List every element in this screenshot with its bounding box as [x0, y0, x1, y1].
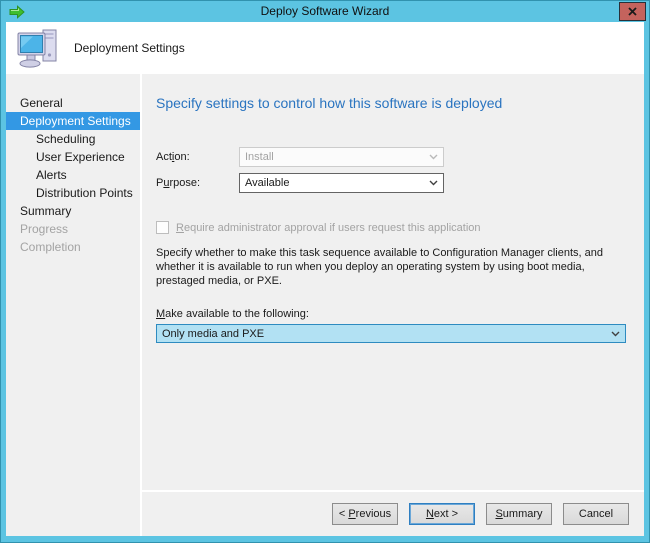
summary-button[interactable]: Summary	[486, 503, 552, 525]
task-sequence-description: Specify whether to make this task sequen…	[156, 246, 636, 288]
sidebar-item-general[interactable]: General	[6, 94, 140, 112]
purpose-label: Purpose:	[156, 177, 239, 189]
titlebar[interactable]: Deploy Software Wizard	[1, 1, 649, 22]
chevron-down-icon	[429, 180, 438, 186]
require-approval-label: Require administrator approval if users …	[176, 222, 481, 234]
action-row: Action: Install	[156, 147, 644, 167]
wizard-page-content: Specify settings to control how this sof…	[142, 74, 644, 490]
next-button[interactable]: Next >	[409, 503, 475, 525]
window-title: Deploy Software Wizard	[1, 1, 649, 22]
sidebar-item-scheduling[interactable]: Scheduling	[6, 130, 140, 148]
action-value: Install	[245, 151, 425, 163]
purpose-dropdown[interactable]: Available	[239, 173, 444, 193]
close-icon	[628, 7, 637, 16]
make-available-value: Only media and PXE	[162, 328, 607, 340]
make-available-label: Make available to the following:	[156, 308, 644, 320]
chevron-down-icon	[429, 154, 438, 160]
wizard-footer: < Previous Next > Summary Cancel	[142, 492, 644, 536]
window-inner-frame: Deployment Settings General Deployment S…	[6, 22, 644, 536]
purpose-value: Available	[245, 177, 425, 189]
sidebar-item-deployment-settings[interactable]: Deployment Settings	[6, 112, 140, 130]
require-approval-row: Require administrator approval if users …	[156, 221, 644, 234]
purpose-row: Purpose: Available	[156, 173, 644, 193]
make-available-dropdown[interactable]: Only media and PXE	[156, 324, 626, 343]
page-heading: Specify settings to control how this sof…	[156, 95, 644, 111]
action-label: Action:	[156, 151, 239, 163]
sidebar-item-progress: Progress	[6, 220, 140, 238]
wizard-page-banner: Deployment Settings	[6, 22, 644, 74]
wizard-green-arrow-icon	[9, 5, 25, 19]
banner-page-title: Deployment Settings	[74, 41, 185, 55]
sidebar-item-summary[interactable]: Summary	[6, 202, 140, 220]
require-approval-checkbox	[156, 221, 169, 234]
computer-icon	[16, 27, 62, 69]
previous-button[interactable]: < Previous	[332, 503, 398, 525]
action-dropdown: Install	[239, 147, 444, 167]
close-button[interactable]	[619, 2, 646, 21]
cancel-button[interactable]: Cancel	[563, 503, 629, 525]
sidebar-item-alerts[interactable]: Alerts	[6, 166, 140, 184]
deploy-software-wizard-window: Deploy Software Wizard	[0, 0, 650, 543]
sidebar-item-user-experience[interactable]: User Experience	[6, 148, 140, 166]
sidebar-item-distribution-points[interactable]: Distribution Points	[6, 184, 140, 202]
wizard-steps-sidebar: General Deployment Settings Scheduling U…	[6, 74, 140, 536]
sidebar-item-completion: Completion	[6, 238, 140, 256]
chevron-down-icon	[611, 331, 620, 337]
